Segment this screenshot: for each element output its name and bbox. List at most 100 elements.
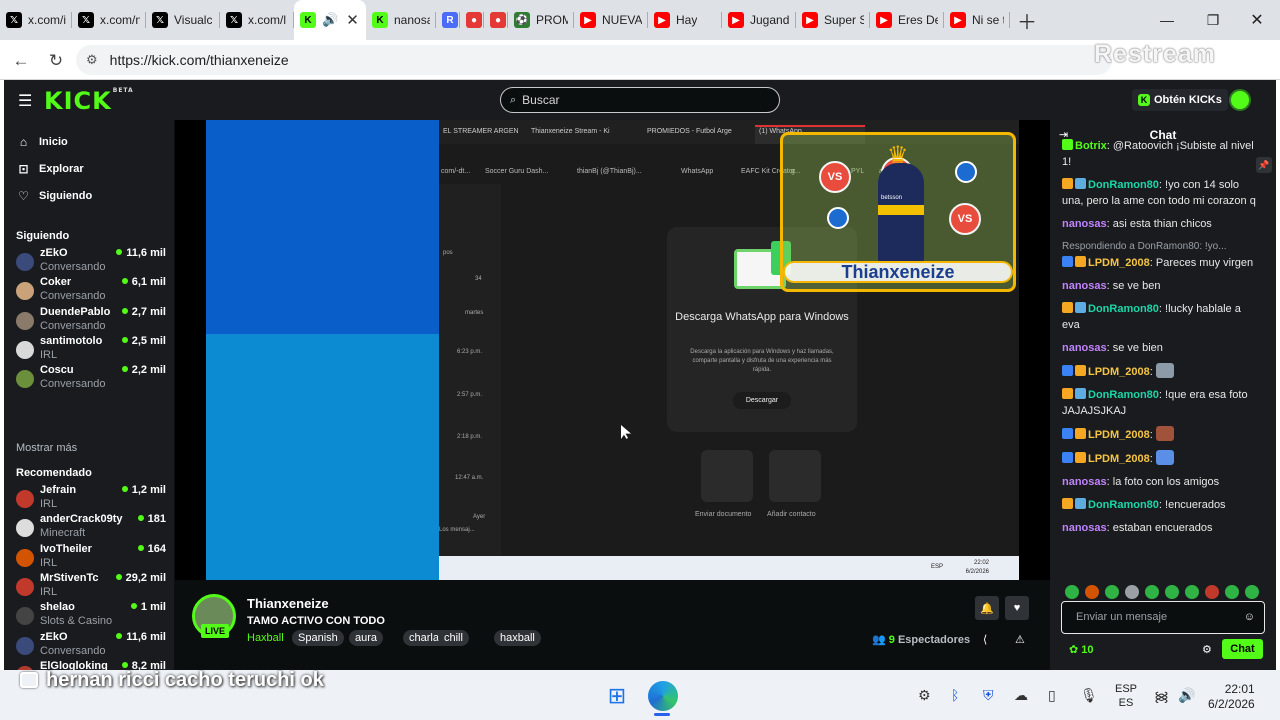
chat-username[interactable]: DonRamon80 xyxy=(1088,303,1159,315)
pin-icon[interactable]: 📌 xyxy=(1256,157,1272,173)
volume-icon[interactable]: 🔊 xyxy=(1178,687,1195,704)
sidebar-channel[interactable]: DuendePablo Conversando 2,7 mil xyxy=(14,306,166,336)
microphone-icon[interactable]: 🎙 xyxy=(1080,687,1098,704)
browser-tab[interactable]: ⚽ PROMII xyxy=(508,0,574,40)
browser-tab[interactable]: ● xyxy=(460,0,484,40)
stream-tag[interactable]: haxball xyxy=(494,630,541,646)
cloud-icon[interactable]: ☁ xyxy=(1014,687,1028,704)
wifi-icon[interactable]: ᯼ xyxy=(1154,687,1169,706)
chat-username[interactable]: LPDM_2008 xyxy=(1088,453,1150,465)
sidebar-channel[interactable]: zEkO Conversando 11,6 mil xyxy=(14,247,166,277)
chat-username[interactable]: DonRamon80 xyxy=(1088,389,1159,401)
chat-username[interactable]: DonRamon80 xyxy=(1088,499,1159,511)
chat-username[interactable]: Botrix xyxy=(1075,140,1107,152)
back-button[interactable]: ← xyxy=(8,48,34,74)
browser-tab[interactable]: Knanosa xyxy=(366,0,436,40)
emoji-picker-icon[interactable]: ☺ xyxy=(1244,611,1255,623)
close-tab-icon[interactable]: ✕ xyxy=(346,11,359,29)
settings-tray-icon[interactable]: ⚙ xyxy=(918,687,931,704)
sidebar-channel[interactable]: Coscu Conversando 2,2 mil xyxy=(14,364,166,394)
quick-emote-icon[interactable] xyxy=(1125,585,1139,599)
follow-button[interactable]: ♥ xyxy=(1005,596,1029,620)
kick-logo[interactable]: KICKBETA xyxy=(44,87,134,115)
sidebar-channel[interactable]: santimotolo IRL 2,5 mil xyxy=(14,335,166,365)
chat-username[interactable]: nanosas xyxy=(1062,218,1107,230)
browser-tab[interactable]: 𝕏x.com/n xyxy=(72,0,146,40)
chat-username[interactable]: nanosas xyxy=(1062,522,1107,534)
url-field[interactable]: ⚙ https://kick.com/thianxeneize xyxy=(76,45,1112,75)
site-info-icon[interactable]: ⚙ xyxy=(86,52,98,68)
bluetooth-icon[interactable]: ᛒ xyxy=(951,687,959,703)
chat-send-button[interactable]: Chat xyxy=(1222,639,1263,659)
quick-emote-icon[interactable] xyxy=(1065,585,1079,599)
browser-tab[interactable]: 𝕏x.com/l xyxy=(220,0,294,40)
chat-username[interactable]: LPDM_2008 xyxy=(1088,429,1150,441)
chat-username[interactable]: LPDM_2008 xyxy=(1088,366,1150,378)
browser-tab[interactable]: 𝕏 Visualc xyxy=(146,0,220,40)
sidebar-channel[interactable]: Coker Conversando 6,1 mil xyxy=(14,276,166,306)
browser-tab[interactable]: ▶ Eres De xyxy=(870,0,944,40)
report-icon[interactable]: ⚠ xyxy=(1015,633,1025,646)
user-avatar[interactable] xyxy=(1229,89,1251,111)
reload-button[interactable]: ↻ xyxy=(43,48,69,74)
sidebar-channel[interactable]: IvoTheiler IRL 164 xyxy=(14,543,166,573)
close-window-button[interactable]: ✕ xyxy=(1234,0,1280,40)
browser-tab[interactable]: 𝕏x.com/i/ xyxy=(0,0,72,40)
sidebar-channel[interactable]: Jefrain IRL 1,2 mil xyxy=(14,484,166,514)
quick-emote-icon[interactable] xyxy=(1185,585,1199,599)
show-more-link[interactable]: Mostrar más xyxy=(16,442,77,454)
stream-tag[interactable]: chill xyxy=(438,630,469,646)
language-indicator[interactable]: ESP ES xyxy=(1115,682,1137,710)
security-shield-icon[interactable]: ⛨ xyxy=(983,687,994,704)
quick-emote-icon[interactable] xyxy=(1145,585,1159,599)
usb-drive-icon[interactable]: ▯ xyxy=(1048,687,1056,704)
sidebar-nav-siguiendo[interactable]: ♡ Siguiendo xyxy=(17,189,92,203)
viewer-count-text: 181 xyxy=(147,513,166,526)
menu-icon[interactable]: ☰ xyxy=(18,91,32,111)
sidebar-nav-explorar[interactable]: ⊡ Explorar xyxy=(17,162,83,176)
browser-tab[interactable]: ▶ Jugand xyxy=(722,0,796,40)
stream-category[interactable]: Haxball xyxy=(247,632,284,644)
new-tab-button[interactable]: ＋ xyxy=(1010,0,1044,40)
quick-emote-icon[interactable] xyxy=(1105,585,1119,599)
streamer-name[interactable]: Thianxeneize xyxy=(247,596,329,611)
system-clock[interactable]: 22:01 6/2/2026 xyxy=(1208,682,1255,712)
chat-settings-icon[interactable]: ⚙ xyxy=(1202,643,1212,656)
browser-tab[interactable]: K 🔊 ✕ xyxy=(294,0,366,40)
get-kicks-button[interactable]: K Obtén KICKs xyxy=(1132,89,1228,111)
browser-tab[interactable]: ● xyxy=(484,0,508,40)
channel-points[interactable]: ✿ 10 xyxy=(1069,643,1094,656)
search-input[interactable]: ⌕ Buscar xyxy=(500,87,780,113)
browser-tab[interactable]: ▶ NUEVA xyxy=(574,0,648,40)
sidebar-channel[interactable]: MrStivenTc IRL 29,2 mil xyxy=(14,572,166,602)
audio-playing-icon[interactable]: 🔊 xyxy=(322,12,338,28)
windows-start-icon[interactable]: ⊞ xyxy=(604,683,630,709)
chat-username[interactable]: nanosas xyxy=(1062,342,1107,354)
browser-tab[interactable]: ▶ Super S xyxy=(796,0,870,40)
chat-username[interactable]: LPDM_2008 xyxy=(1088,257,1150,269)
sidebar-channel[interactable]: zEkO Conversando 11,6 mil xyxy=(14,631,166,661)
notification-bell-button[interactable]: 🔔 xyxy=(975,596,999,620)
video-player[interactable]: EL STREAMER ARGEN Thianxeneize Stream - K… xyxy=(175,120,1050,580)
quick-emote-icon[interactable] xyxy=(1205,585,1219,599)
chat-username[interactable]: nanosas xyxy=(1062,280,1107,292)
restore-button[interactable]: ❐ xyxy=(1190,0,1236,40)
sidebar-channel[interactable]: shelao Slots & Casino 1 mil xyxy=(14,601,166,631)
quick-emote-icon[interactable] xyxy=(1165,585,1179,599)
quick-emote-icon[interactable] xyxy=(1245,585,1259,599)
browser-tab[interactable]: ▶ Hay xyxy=(648,0,722,40)
chat-username[interactable]: nanosas xyxy=(1062,476,1107,488)
share-icon[interactable]: ⟨ xyxy=(983,633,987,646)
edge-browser-icon[interactable] xyxy=(648,681,678,711)
stream-tag[interactable]: Spanish xyxy=(292,630,344,646)
sidebar-channel[interactable]: anderCrack09ty Minecraft 181 xyxy=(14,513,166,543)
browser-tab[interactable]: ▶ Ni se te xyxy=(944,0,1010,40)
quick-emote-icon[interactable] xyxy=(1085,585,1099,599)
sidebar-nav-inicio[interactable]: ⌂ Inicio xyxy=(17,135,68,149)
chat-input[interactable]: Enviar un mensaje ☺ xyxy=(1061,601,1265,634)
minimize-button[interactable]: — xyxy=(1144,0,1190,40)
quick-emote-icon[interactable] xyxy=(1225,585,1239,599)
browser-tab[interactable]: R xyxy=(436,0,460,40)
stream-tag[interactable]: aura xyxy=(349,630,384,646)
chat-username[interactable]: DonRamon80 xyxy=(1088,179,1159,191)
